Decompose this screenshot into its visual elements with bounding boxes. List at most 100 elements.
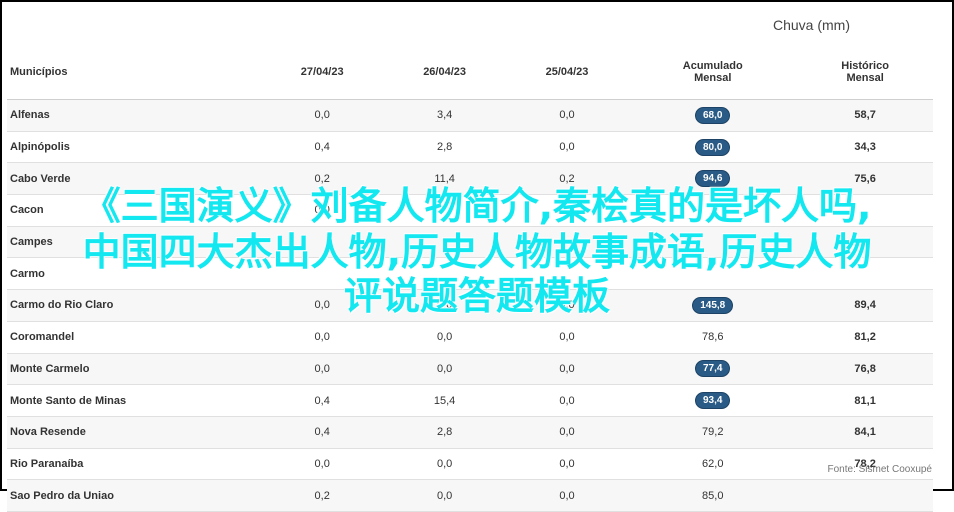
table-row: Alfenas 0,0 3,4 0,0 68,0 58,7 [7,99,933,132]
cell-value: 81,2 [854,331,876,344]
historico-cell: 81,2 [797,321,933,354]
cell-value: 3,4 [436,109,453,122]
historico-cell: 34,3 [797,131,933,164]
date-1-cell: 0,4 [261,384,384,417]
date-3-cell: 0,0 [505,321,629,354]
date-1-cell: 0,0 [261,353,384,386]
cell-value: 0,0 [559,426,575,439]
acumulado-cell: 85,0 [628,479,798,512]
date-2-cell: 15,4 [383,384,506,417]
municipio-cell: Monte Santo de Minas [7,384,261,417]
cell-value: Rio Paranaíba [10,457,84,470]
column-header-date-1: 27/04/23 [261,45,384,100]
acumulado-cell: 62,0 [628,448,798,481]
date-1-cell: 0,0 [261,321,384,354]
cell-value: 0,0 [314,362,330,375]
acumulado-cell: 80,0 [628,131,798,164]
acumulado-cell: 68,0 [628,99,798,132]
cell-value: 0,0 [559,489,575,502]
accumulated-badge: 68,0 [695,106,731,124]
date-3-cell: 0,0 [505,479,629,512]
cell-value: 0,0 [559,362,575,375]
date-3-cell: 0,0 [505,131,629,164]
date-2-cell: 0,0 [383,353,506,386]
table-header-row: Municípios 27/04/23 26/04/23 25/04/23 Ac… [7,45,933,100]
column-header-acumulado: Acumulado Mensal [628,45,798,100]
cell-value: Nova Resende [10,426,86,439]
cell-value: 76,8 [854,362,876,375]
cell-value: 0,0 [314,109,330,122]
cell-value: 58,7 [854,109,876,122]
table-row: Rio Paranaíba 0,0 0,0 0,0 62,0 78,2 [7,448,933,481]
historico-cell [797,479,933,512]
cell-value: 0,0 [559,141,575,154]
municipio-cell: Coromandel [7,321,261,354]
date-3-cell: 0,0 [505,448,629,481]
date-1-cell: 0,2 [261,479,384,512]
cell-value: 2,8 [436,426,453,439]
table-row: Nova Resende 0,4 2,8 0,0 79,2 84,1 [7,416,933,449]
cell-value: 79,2 [702,426,724,439]
column-header-label: Acumulado Mensal [682,60,743,84]
acumulado-cell: 77,4 [628,353,798,386]
table-row: Sao Pedro da Uniao 0,2 0,0 0,0 85,0 [7,479,933,512]
cell-value: 62,0 [702,457,724,470]
cell-value: 0,2 [314,489,330,502]
cell-value: Monte Santo de Minas [10,394,127,407]
column-header-label: 26/04/23 [423,66,467,78]
cell-value: 0,0 [436,457,453,470]
date-3-cell: 0,0 [505,416,629,449]
cell-value: 0,0 [314,331,330,344]
date-2-cell: 2,8 [383,416,506,449]
table-title: Chuva (mm) [772,17,850,33]
cell-value: Coromandel [10,331,75,344]
date-3-cell: 0,0 [505,384,629,417]
acumulado-cell: 78,6 [628,321,798,354]
historico-cell: 58,7 [797,99,933,132]
cell-value: 0,0 [436,362,453,375]
historico-cell: 76,8 [797,353,933,386]
historico-cell: 84,1 [797,416,933,449]
cell-value: 0,0 [314,457,330,470]
cell-value: 0,0 [436,331,453,344]
municipio-cell: Nova Resende [7,416,261,449]
column-header-date-3: 25/04/23 [505,45,629,100]
accumulated-badge: 77,4 [695,360,731,378]
column-header-municipios: Municípios [7,45,261,100]
date-2-cell: 0,0 [383,479,506,512]
cell-value: 81,1 [854,394,876,407]
overlay-caption-line-2: 中国四大杰出人物,历史人物故事成语,历史人物 [82,230,872,274]
date-2-cell: 3,4 [383,99,506,132]
cell-value: 0,0 [436,489,453,502]
cell-value: 0,0 [559,457,575,470]
column-header-label: 27/04/23 [300,66,344,78]
cell-value: 0,0 [559,331,575,344]
municipio-cell: Alfenas [7,99,261,132]
cell-value: Sao Pedro da Uniao [10,489,114,502]
table-row: Alpinópolis 0,4 2,8 0,0 80,0 34,3 [7,131,933,164]
date-3-cell: 0,0 [505,353,629,386]
date-3-cell: 0,0 [505,99,629,132]
cell-value: Alpinópolis [10,141,70,154]
table-row: Monte Santo de Minas 0,4 15,4 0,0 93,4 81,1 [7,384,933,417]
cell-value: 0,0 [559,394,575,407]
column-header-label: 25/04/23 [545,66,589,78]
date-2-cell: 2,8 [383,131,506,164]
table-row: Monte Carmelo 0,0 0,0 0,0 77,4 76,8 [7,353,933,386]
cell-value: 15,4 [433,394,456,407]
cell-value: 0,4 [314,394,330,407]
overlay-caption-line-3: 评说题答题模板 [343,274,610,318]
historico-cell: 81,1 [797,384,933,417]
cell-value: 84,1 [854,426,876,439]
municipio-cell: Alpinópolis [7,131,261,164]
column-header-label: Municípios [10,66,68,78]
municipio-cell: Rio Paranaíba [7,448,261,481]
municipio-cell: Monte Carmelo [7,353,261,386]
overlay-caption-line-1: 《三国演义》刘备人物简介,秦桧真的是坏人吗, [82,184,872,228]
date-2-cell: 0,0 [383,321,506,354]
acumulado-cell: 79,2 [628,416,798,449]
cell-value: 0,4 [314,141,330,154]
date-1-cell: 0,0 [261,448,384,481]
cell-value: 78,6 [702,331,724,344]
date-2-cell: 0,0 [383,448,506,481]
